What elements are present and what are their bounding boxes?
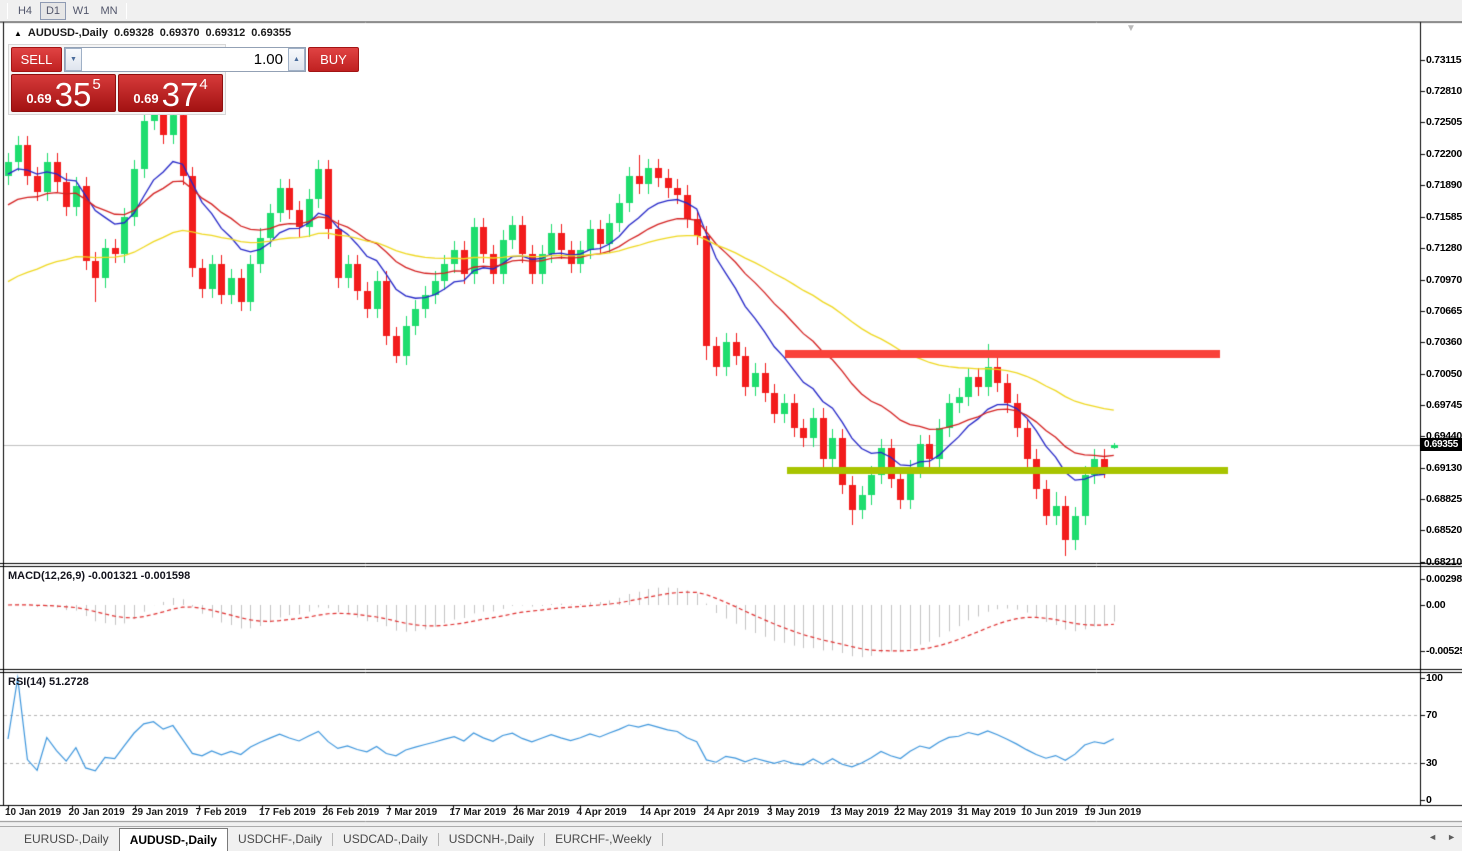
macd-axis-label: 0.002984 (1426, 572, 1462, 585)
sell-price-main: 35 (54, 75, 92, 113)
tab-audusd-daily[interactable]: AUDUSD-,Daily (118, 828, 229, 851)
price-axis-label: 0.69745 (1426, 398, 1462, 411)
price-axis-label: 0.69130 (1426, 461, 1462, 474)
date-axis-label: 17 Feb 2019 (259, 807, 316, 818)
rsi-axis-label: 0 (1426, 794, 1432, 806)
volume-box: ▼ ▲ (64, 47, 306, 72)
date-axis-label: 31 May 2019 (957, 807, 1016, 818)
price-axis-label: 0.72200 (1426, 147, 1462, 160)
price-axis-label: 0.68210 (1426, 555, 1462, 568)
macd-axis-label: 0.00 (1426, 599, 1446, 611)
buy-price-prefix: 0.69 (133, 91, 159, 106)
ohlc-open: 0.69328 (114, 27, 154, 39)
tab-scroll-arrows: ◄ ► (1428, 832, 1456, 842)
date-axis-label: 24 Apr 2019 (703, 807, 760, 818)
volume-increase-button[interactable]: ▲ (288, 48, 305, 71)
symbol-name: AUDUSD-,Daily (27, 27, 108, 39)
tab-usdcnh-daily[interactable]: USDCNH-,Daily (439, 827, 544, 851)
price-axis-label: 0.70360 (1426, 335, 1462, 348)
price-axis-label: 0.73115 (1426, 54, 1462, 66)
tab-divider (661, 832, 663, 846)
price-axis-label: 0.71280 (1426, 241, 1462, 254)
mt5-terminal: H4D1W1MN ▲ AUDUSD-,Daily 0.69328 0.69370… (0, 0, 1462, 851)
trade-panel-toggle-icon[interactable]: ▼ (1126, 23, 1136, 34)
price-axis-label: 0.72810 (1426, 85, 1462, 98)
macd-axis-label: -0.005256 (1426, 645, 1462, 658)
price-axis-label: 0.68520 (1426, 524, 1462, 537)
price-chart-canvas[interactable] (0, 0, 1462, 851)
date-axis-label: 13 May 2019 (830, 807, 889, 818)
rsi-axis-label: 100 (1426, 672, 1443, 684)
macd-pane-title: MACD(12,26,9) -0.001321 -0.001598 (8, 570, 191, 582)
tab-scroll-left-icon[interactable]: ◄ (1428, 832, 1437, 842)
one-click-trade-panel: SELL ▼ ▲ BUY 0.69 35 5 0.69 37 4 (8, 44, 359, 115)
date-axis-label: 4 Apr 2019 (576, 807, 627, 818)
current-price-tag: 0.69355 (1420, 437, 1462, 451)
tab-eurusd-daily[interactable]: EURUSD-,Daily (14, 827, 119, 851)
sell-price-box[interactable]: 0.69 35 5 (11, 74, 116, 112)
buy-price-box[interactable]: 0.69 37 4 (118, 74, 223, 112)
price-axis-label: 0.71585 (1426, 210, 1462, 223)
date-axis-label: 10 Jan 2019 (5, 807, 62, 818)
tab-eurchf-weekly[interactable]: EURCHF-,Weekly (545, 827, 661, 851)
date-axis-label: 7 Mar 2019 (386, 807, 438, 818)
date-axis-label: 26 Feb 2019 (322, 807, 380, 818)
price-axis-label: 0.68825 (1426, 493, 1462, 506)
date-axis-label: 3 May 2019 (767, 807, 820, 818)
buy-button[interactable]: BUY (308, 47, 359, 72)
date-axis-label: 14 Apr 2019 (640, 807, 696, 818)
price-axis-label: 0.71890 (1426, 179, 1462, 192)
sell-button[interactable]: SELL (11, 47, 62, 72)
tab-usdcad-daily[interactable]: USDCAD-,Daily (333, 827, 438, 851)
collapse-arrow-icon[interactable]: ▲ (14, 29, 22, 38)
buy-price-main: 37 (161, 75, 199, 113)
ohlc-high: 0.69370 (159, 27, 200, 39)
date-axis-label: 26 Mar 2019 (513, 807, 570, 818)
date-axis-label: 22 May 2019 (894, 807, 953, 818)
tab-usdchf-daily[interactable]: USDCHF-,Daily (228, 827, 332, 851)
date-axis-label: 20 Jan 2019 (68, 807, 125, 818)
rsi-axis-label: 30 (1426, 757, 1438, 770)
date-axis-label: 17 Mar 2019 (449, 807, 507, 818)
date-axis-label: 10 Jun 2019 (1021, 807, 1078, 818)
chart-tabs: EURUSD-,Daily AUDUSD-,Daily USDCHF-,Daily U… (14, 827, 663, 851)
sell-price-pip: 5 (92, 76, 101, 93)
sell-price-prefix: 0.69 (26, 91, 52, 106)
price-axis-label: 0.72505 (1426, 116, 1462, 129)
volume-input[interactable] (82, 48, 288, 71)
price-axis-label: 0.70665 (1426, 304, 1462, 317)
date-axis-label: 19 Jun 2019 (1084, 807, 1142, 818)
date-axis-label: 29 Jan 2019 (132, 807, 189, 818)
ohlc-low: 0.69312 (205, 27, 246, 39)
price-axis-label: 0.70050 (1426, 367, 1462, 380)
price-axis-label: 0.70970 (1426, 273, 1462, 286)
date-axis-label: 7 Feb 2019 (195, 807, 247, 818)
rsi-pane-title: RSI(14) 51.2728 (8, 676, 89, 688)
chart-tabs-bar: EURUSD-,Daily AUDUSD-,Daily USDCHF-,Daily U… (0, 826, 1462, 851)
volume-decrease-button[interactable]: ▼ (65, 48, 82, 71)
buy-price-pip: 4 (199, 76, 208, 93)
rsi-axis-label: 70 (1426, 708, 1438, 721)
chart-symbol-header: ▲ AUDUSD-,Daily 0.69328 0.69370 0.69312 … (14, 27, 291, 39)
tab-scroll-right-icon[interactable]: ► (1447, 832, 1456, 842)
ohlc-close: 0.69355 (251, 27, 292, 39)
